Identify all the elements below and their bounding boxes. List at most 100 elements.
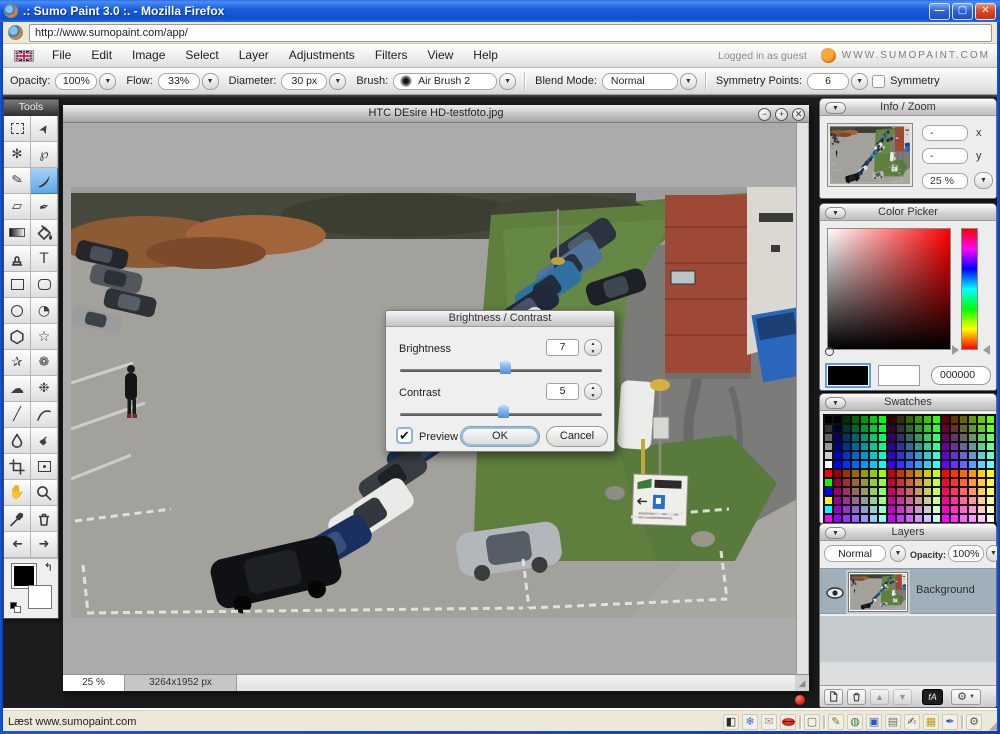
swatch-cell[interactable] [878,487,887,496]
swatch-cell[interactable] [968,424,977,433]
sv-slider-arrow-icon[interactable] [952,345,959,355]
brush-dropdown[interactable]: ▼ [499,73,516,90]
tool-magic-wand[interactable]: ✻ [4,142,31,168]
swatch-cell[interactable] [905,424,914,433]
tool-free-transform[interactable] [31,454,58,480]
swatch-cell[interactable] [932,514,941,523]
swatch-cell[interactable] [950,478,959,487]
swatch-cell[interactable] [860,487,869,496]
swatch-cell[interactable] [896,514,905,523]
contrast-spinner[interactable]: ▲▼ [584,383,602,400]
menu-item-edit[interactable]: Edit [81,48,122,62]
swatch-cell[interactable] [941,514,950,523]
swatch-cell[interactable] [986,415,995,424]
tool-blur-drop[interactable] [4,428,31,454]
swatch-cell[interactable] [986,433,995,442]
swatch-cell[interactable] [824,451,833,460]
y-coordinate-field[interactable]: - [922,148,968,164]
ok-button[interactable]: OK [460,426,540,447]
swatch-cell[interactable] [824,460,833,469]
layer-visibility-eye-icon[interactable] [826,587,844,599]
layer-blend-dropdown[interactable]: ▼ [890,545,906,562]
swatch-cell[interactable] [923,442,932,451]
swatch-cell[interactable] [833,451,842,460]
tool-polygon-shape[interactable] [4,324,31,350]
layer-opacity-field[interactable]: 100% [948,545,984,562]
tool-pie-shape[interactable]: ◔ [31,298,58,324]
swatch-cell[interactable] [968,442,977,451]
swatch-cell[interactable] [833,460,842,469]
minimize-button[interactable]: — [929,3,950,20]
tool-paint-bucket[interactable] [31,220,58,246]
swatch-cell[interactable] [959,514,968,523]
swatch-cell[interactable] [950,451,959,460]
swatch-cell[interactable] [869,514,878,523]
swatch-cell[interactable] [950,496,959,505]
swatch-cell[interactable] [824,424,833,433]
collapse-icon[interactable]: ▼ [825,207,846,219]
swatch-cell[interactable] [833,415,842,424]
tool-paintbrush[interactable]: ✎ [4,168,31,194]
swatch-cell[interactable] [959,442,968,451]
swatch-cell[interactable] [833,514,842,523]
pencil-icon[interactable]: ✎ [828,714,844,730]
swatch-cell[interactable] [887,505,896,514]
swatch-cell[interactable] [959,487,968,496]
swatch-cell[interactable] [905,505,914,514]
swatch-cell[interactable] [905,415,914,424]
tool-curve[interactable] [31,402,58,428]
tool-ink-pen[interactable]: ✒ [31,194,58,220]
swatch-cell[interactable] [878,505,887,514]
swatch-cell[interactable] [950,415,959,424]
swatch-cell[interactable] [905,451,914,460]
swatch-cell[interactable] [851,415,860,424]
swatch-cell[interactable] [842,415,851,424]
swatch-cell[interactable] [986,424,995,433]
swatch-cell[interactable] [860,469,869,478]
swatch-cell[interactable] [914,460,923,469]
swatch-cell[interactable] [860,442,869,451]
swatch-cell[interactable] [950,442,959,451]
canvas-horizontal-scrollbar[interactable] [237,675,795,691]
swatch-cell[interactable] [941,451,950,460]
swatch-cell[interactable] [950,424,959,433]
tool-hand[interactable]: ✋ [4,480,31,506]
pen-icon[interactable]: ✒ [942,714,958,730]
swatch-cell[interactable] [896,460,905,469]
swatch-cell[interactable] [959,424,968,433]
canvas-resize-grip[interactable]: ◢ [795,675,809,691]
tool-line[interactable]: ╱ [4,402,31,428]
swatch-cell[interactable] [887,451,896,460]
swatch-cell[interactable] [977,487,986,496]
layer-blend-mode[interactable]: Normal [824,545,886,562]
brightness-value[interactable]: 7 [546,339,579,356]
swatch-cell[interactable] [977,415,986,424]
swatch-cell[interactable] [851,487,860,496]
swatch-cell[interactable] [842,487,851,496]
tool-gradient[interactable] [4,220,31,246]
diameter-dropdown[interactable]: ▼ [329,73,346,90]
swatch-cell[interactable] [878,460,887,469]
swatch-cell[interactable] [833,505,842,514]
swatch-cell[interactable] [932,478,941,487]
swatch-cell[interactable] [941,415,950,424]
collapse-icon[interactable]: ▼ [825,397,846,409]
swatch-cell[interactable] [869,415,878,424]
tool-blob-shape[interactable]: ☁ [4,376,31,402]
swatch-cell[interactable] [878,415,887,424]
swatch-cell[interactable] [896,424,905,433]
hue-slider-arrow-icon[interactable] [983,345,990,355]
swatch-cell[interactable] [851,496,860,505]
swatch-cell[interactable] [869,424,878,433]
swatch-cell[interactable] [968,433,977,442]
swatch-cell[interactable] [842,442,851,451]
collapse-icon[interactable]: ▼ [825,527,846,539]
new-layer-button[interactable] [824,689,843,705]
swatch-cell[interactable] [923,514,932,523]
swatch-cell[interactable] [824,487,833,496]
swatch-cell[interactable] [833,478,842,487]
swatch-cell[interactable] [932,460,941,469]
swatch-cell[interactable] [842,469,851,478]
swatch-cell[interactable] [878,451,887,460]
swatch-cell[interactable] [923,451,932,460]
